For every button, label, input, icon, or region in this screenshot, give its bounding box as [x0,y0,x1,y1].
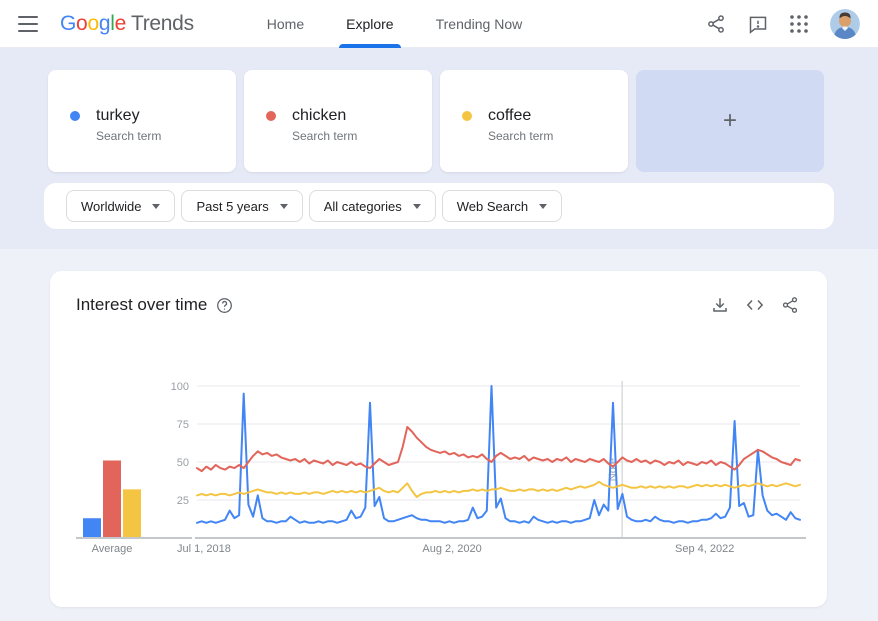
term-name: coffee [488,106,553,126]
top-bar: Google Trends Home Explore Trending Now [0,0,878,48]
filter-region[interactable]: Worldwide [66,190,175,222]
results: Interest over time Average 100755025Note… [0,249,878,621]
term-card-chicken[interactable]: chicken Search term [244,70,432,172]
menu-icon[interactable] [16,12,40,36]
logo-trends: Trends [131,12,194,36]
share-icon[interactable] [706,14,726,34]
filter-search-type[interactable]: Web Search [442,190,562,222]
series-dot-turkey [70,111,80,121]
filter-category[interactable]: All categories [309,190,436,222]
chevron-down-icon [539,204,547,209]
avatar[interactable] [830,9,860,39]
svg-text:Average: Average [92,543,133,555]
svg-text:50: 50 [177,457,189,469]
svg-text:Jul 1, 2018: Jul 1, 2018 [177,543,231,555]
filter-time-range[interactable]: Past 5 years [181,190,302,222]
logo[interactable]: Google Trends [60,12,194,36]
primary-nav: Home Explore Trending Now [246,0,543,48]
chevron-down-icon [413,204,421,209]
active-tab-underline [339,44,400,48]
apps-grid-icon[interactable] [790,15,808,33]
term-card-coffee[interactable]: coffee Search term [440,70,628,172]
svg-text:75: 75 [177,419,189,431]
term-type: Search term [292,129,357,143]
interest-line-chart[interactable]: 100755025NoteJul 1, 2018Aug 2, 2020Sep 4… [165,379,825,559]
term-type: Search term [96,129,161,143]
series-dot-coffee [462,111,472,121]
term-card-turkey[interactable]: turkey Search term [48,70,236,172]
logo-google: Google [60,12,126,36]
nav-explore[interactable]: Explore [325,0,414,48]
explore-controls: turkey Search term chicken Search term c… [0,48,878,249]
nav-trending-now[interactable]: Trending Now [415,0,544,48]
term-name: turkey [96,106,161,126]
interest-over-time-card: Interest over time Average 100755025Note… [50,271,827,607]
feedback-icon[interactable] [748,14,768,34]
add-comparison-button[interactable]: + [636,70,824,172]
chevron-down-icon [152,204,160,209]
svg-text:25: 25 [177,495,189,507]
chevron-down-icon [280,204,288,209]
svg-text:Aug 2, 2020: Aug 2, 2020 [422,543,481,555]
svg-text:100: 100 [171,381,189,393]
term-type: Search term [488,129,553,143]
filter-bar: Worldwide Past 5 years All categories We… [44,183,834,229]
comparison-terms-row: turkey Search term chicken Search term c… [48,70,830,172]
series-dot-chicken [266,111,276,121]
svg-text:Sep 4, 2022: Sep 4, 2022 [675,543,734,555]
nav-home[interactable]: Home [246,0,325,48]
interest-chart: Average 100755025NoteJul 1, 2018Aug 2, 2… [50,271,827,607]
term-name: chicken [292,106,357,126]
